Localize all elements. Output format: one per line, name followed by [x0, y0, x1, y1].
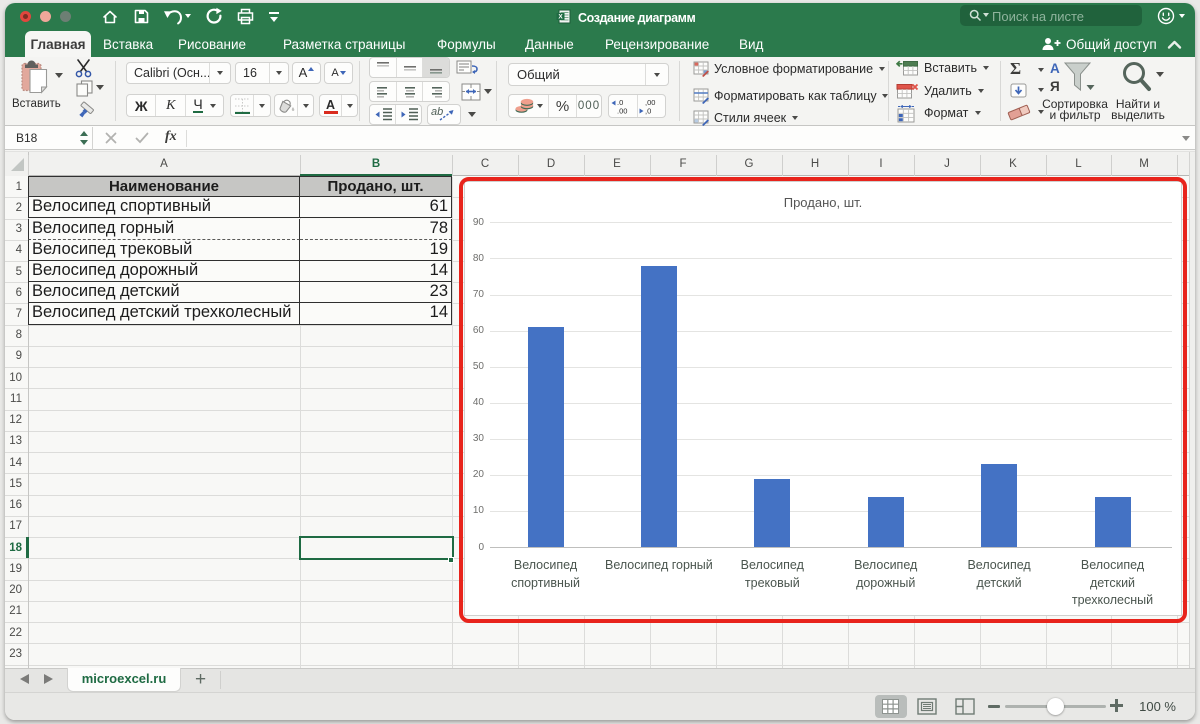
svg-text:А: А — [1050, 61, 1060, 76]
svg-text:Я: Я — [1050, 79, 1060, 94]
svg-text:,0: ,0 — [645, 107, 651, 116]
svg-text:X: X — [558, 14, 563, 21]
svg-text:.00: .00 — [617, 107, 627, 116]
